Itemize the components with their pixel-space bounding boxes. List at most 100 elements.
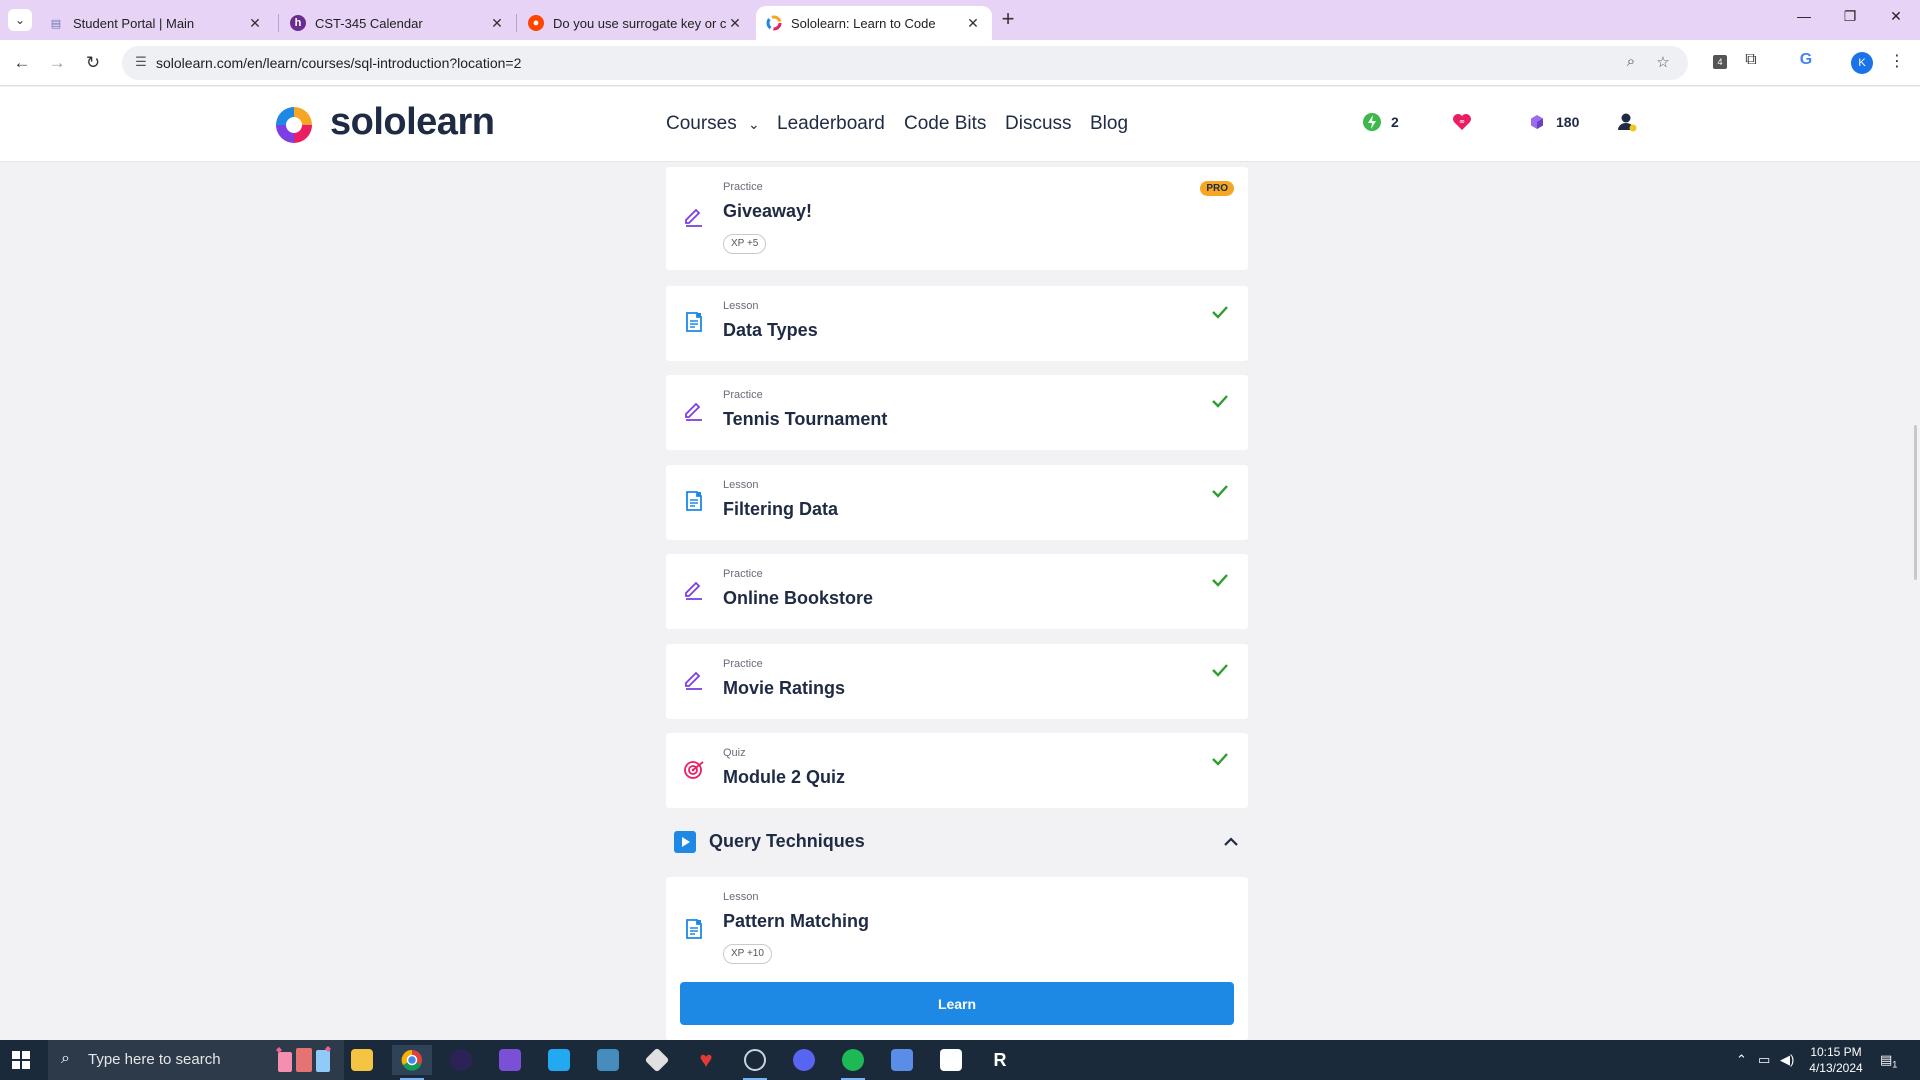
volume-icon[interactable]: ◀) (1780, 1052, 1794, 1068)
close-icon[interactable]: ✕ (488, 15, 506, 32)
google-g-icon[interactable]: G (1794, 51, 1818, 75)
checkmark-icon (1212, 753, 1228, 766)
lesson-document-icon (686, 312, 702, 332)
item-type-label: Lesson (723, 300, 759, 312)
nav-courses[interactable]: Courses ⌄ (666, 113, 760, 135)
item-title: Module 2 Quiz (723, 767, 846, 787)
tab-title: Student Portal | Main (73, 15, 195, 31)
course-item-data-types[interactable]: Lesson Data Types (666, 286, 1248, 361)
item-type-label: Practice (723, 658, 763, 670)
logo-wordmark[interactable]: sololearn (330, 101, 495, 144)
item-title: Movie Ratings (723, 678, 846, 698)
unity-icon[interactable] (637, 1045, 677, 1075)
item-type-label: Quiz (723, 747, 746, 759)
course-item-filtering-data[interactable]: Lesson Filtering Data (666, 465, 1248, 540)
pencil-practice-icon (685, 671, 702, 690)
close-icon[interactable]: ✕ (964, 15, 982, 32)
discord-icon[interactable] (784, 1045, 824, 1075)
item-type-label: Lesson (723, 891, 759, 903)
scrollbar-thumb[interactable] (1914, 425, 1917, 580)
tab-search-button[interactable]: ⌄ (8, 9, 32, 31)
course-item-giveaway[interactable]: Practice Giveaway! PRO XP +5 (666, 167, 1248, 270)
system-clock[interactable]: 10:15 PM 4/13/2024 (1800, 1044, 1872, 1076)
browser-toolbar: ← → ↻ ☰ sololearn.com/en/learn/courses/s… (0, 40, 1920, 86)
course-item-tennis-tournament[interactable]: Practice Tennis Tournament (666, 375, 1248, 450)
learn-button[interactable]: Learn (680, 982, 1234, 1025)
nav-discuss[interactable]: Discuss (1005, 113, 1072, 135)
zoom-icon[interactable]: ⌕ (1620, 53, 1642, 73)
sololearn-icon (766, 15, 782, 31)
notification-center-icon[interactable]: ▤1 (1880, 1052, 1897, 1070)
item-type-label: Practice (723, 389, 763, 401)
r-studio-icon[interactable]: R (980, 1045, 1020, 1075)
nav-blog[interactable]: Blog (1090, 113, 1128, 135)
browser-tab-sololearn[interactable]: Sololearn: Learn to Code ✕ (756, 6, 992, 40)
checkmark-icon (1212, 485, 1228, 498)
visual-studio-icon[interactable] (490, 1045, 530, 1075)
tray-expand-icon[interactable]: ⌃ (1736, 1052, 1747, 1068)
clock-time: 10:15 PM (1810, 1045, 1862, 1059)
chrome-icon[interactable] (392, 1045, 432, 1080)
bar-app-icon[interactable] (931, 1045, 971, 1075)
close-icon[interactable]: ✕ (246, 15, 264, 32)
spotify-icon[interactable] (833, 1045, 873, 1080)
sololearn-logo-icon[interactable] (272, 103, 316, 147)
browser-tab-student-portal[interactable]: ▤ Student Portal | Main ✕ (38, 6, 274, 40)
nav-code-bits[interactable]: Code Bits (904, 113, 986, 135)
eclipse-icon[interactable] (441, 1045, 481, 1075)
notification-count: 1 (1892, 1059, 1898, 1070)
tab-title: CST-345 Calendar (315, 15, 423, 31)
section-header-query-techniques[interactable]: Query Techniques (666, 822, 1248, 862)
bookmark-star-icon[interactable]: ☆ (1652, 53, 1674, 73)
section-title: Query Techniques (709, 831, 865, 851)
play-icon (674, 831, 696, 853)
gems-counter[interactable]: 180 (1526, 111, 1579, 133)
windows-start-icon[interactable] (12, 1051, 30, 1069)
reload-button[interactable]: ↻ (80, 50, 106, 76)
item-title: Online Bookstore (723, 588, 874, 608)
godot-icon[interactable] (588, 1045, 628, 1075)
chevron-down-icon: ⌄ (748, 116, 760, 132)
restore-button[interactable]: ❐ (1827, 8, 1873, 32)
gem-cube-icon (1531, 115, 1543, 129)
course-item-pattern-matching[interactable]: Lesson Pattern Matching XP +10 Learn (666, 877, 1248, 1040)
new-tab-button[interactable]: + (995, 8, 1021, 32)
browser-menu-icon[interactable]: ⋮ (1885, 51, 1909, 75)
site-info-icon[interactable]: ☰ (132, 54, 150, 72)
extensions-puzzle-icon[interactable]: ⧉ (1739, 51, 1763, 75)
pencil-practice-icon (685, 402, 702, 421)
extension-badge-icon[interactable]: 4 (1708, 51, 1732, 75)
course-item-movie-ratings[interactable]: Practice Movie Ratings (666, 644, 1248, 719)
address-bar[interactable]: ☰ sololearn.com/en/learn/courses/sql-int… (122, 46, 1688, 80)
back-button[interactable]: ← (9, 50, 35, 76)
chevron-up-icon[interactable] (1220, 831, 1242, 853)
file-explorer-icon[interactable] (342, 1045, 382, 1075)
course-item-online-bookstore[interactable]: Practice Online Bookstore (666, 554, 1248, 629)
vscode-icon[interactable] (539, 1045, 579, 1075)
taskbar-search[interactable]: ⌕ Type here to search (48, 1040, 344, 1080)
nav-leaderboard[interactable]: Leaderboard (777, 113, 885, 135)
browser-tab-reddit[interactable]: ● Do you use surrogate key or co ✕ (518, 6, 754, 40)
brave-heart-icon[interactable]: ♥ (686, 1045, 726, 1075)
course-item-module-2-quiz[interactable]: Quiz Module 2 Quiz (666, 733, 1248, 808)
item-title: Data Types (723, 320, 818, 340)
streak-counter[interactable]: 2 (1361, 111, 1399, 133)
profile-avatar[interactable]: K (1851, 52, 1873, 74)
reddit-icon: ● (528, 15, 544, 31)
streak-value: 2 (1391, 114, 1399, 130)
search-highlight-icon (276, 1046, 331, 1072)
pro-badge: PRO (1200, 181, 1234, 196)
tab-title: Sololearn: Learn to Code (791, 15, 936, 31)
url-text[interactable]: sololearn.com/en/learn/courses/sql-intro… (156, 55, 521, 71)
network-icon[interactable]: ▭ (1758, 1052, 1770, 1068)
close-icon[interactable]: ✕ (726, 15, 744, 32)
hearts-indicator[interactable]: ∞ (1451, 111, 1481, 133)
forward-button[interactable]: → (44, 50, 70, 76)
user-profile-button[interactable] (1616, 111, 1646, 133)
close-window-button[interactable]: ✕ (1873, 8, 1919, 32)
bing-app-icon[interactable] (882, 1045, 922, 1075)
site-header: sololearn Courses ⌄ Leaderboard Code Bit… (0, 87, 1920, 162)
browser-tab-calendar[interactable]: h CST-345 Calendar ✕ (280, 6, 516, 40)
minimize-button[interactable]: — (1781, 8, 1827, 32)
steam-icon[interactable] (735, 1045, 775, 1080)
